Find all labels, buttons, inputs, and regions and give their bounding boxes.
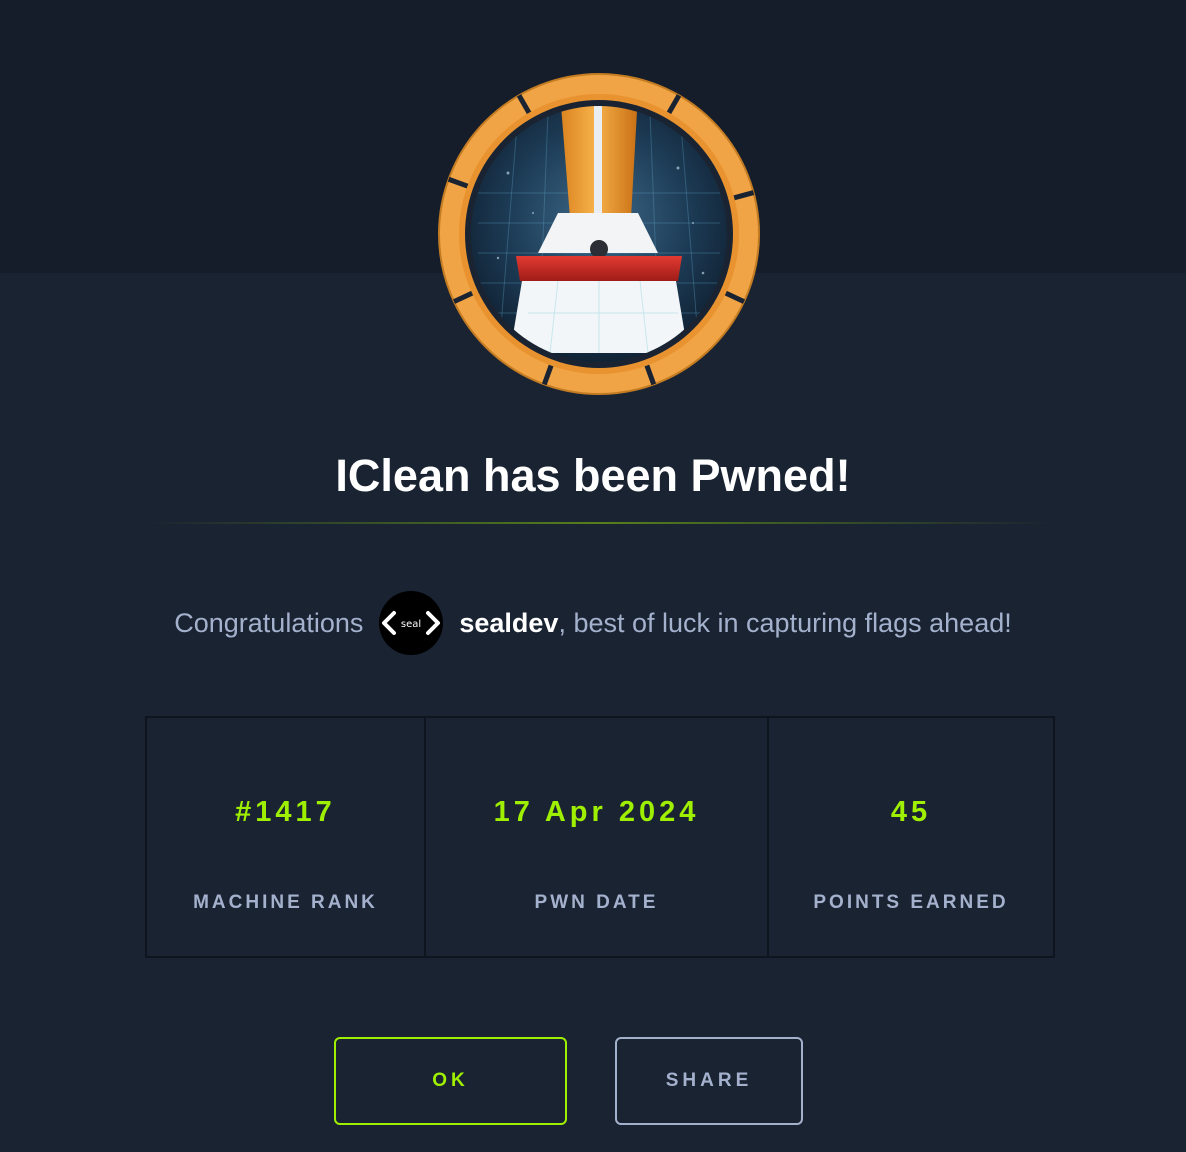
congrats-prefix: Congratulations — [174, 607, 364, 638]
stat-label: POINTS EARNED — [813, 892, 1009, 913]
stat-label: MACHINE RANK — [193, 892, 378, 913]
stat-value: #1417 — [235, 796, 336, 828]
stat-value: 45 — [890, 796, 932, 828]
title-divider — [148, 522, 1052, 524]
stat-label: PWN DATE — [534, 892, 659, 913]
congrats-suffix: , best of luck in capturing flags ahead! — [558, 607, 1012, 638]
avatar-text: seal — [401, 619, 421, 630]
username-link[interactable]: sealdev — [459, 608, 558, 639]
machine-badge-icon — [438, 73, 760, 395]
stat-machine-rank: #1417 MACHINE RANK — [147, 718, 426, 956]
stat-value: 17 Apr 2024 — [493, 796, 700, 828]
congrats-message: Congratulations seal sealdev , best of l… — [0, 590, 1186, 656]
stat-pwn-date: 17 Apr 2024 PWN DATE — [426, 718, 769, 956]
page-title: IClean has been Pwned! — [335, 450, 851, 501]
avatar[interactable]: seal — [379, 591, 444, 655]
share-button[interactable]: SHARE — [615, 1037, 803, 1125]
stats-grid: #1417 MACHINE RANK 17 Apr 2024 PWN DATE … — [145, 716, 1055, 958]
stat-points-earned: 45 POINTS EARNED — [769, 718, 1053, 956]
ok-button[interactable]: OK — [334, 1037, 567, 1125]
